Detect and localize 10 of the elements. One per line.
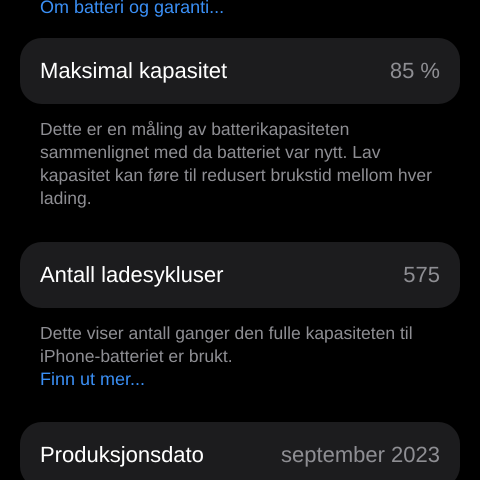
- row-description: Dette er en måling av batterikapasiteten sammenlignet med da batteriet var nytt. Lav kapasitet kan føre til redusert brukstid mellom hver lading.: [40, 118, 433, 210]
- row-value: 85 %: [390, 58, 440, 84]
- row-label: Antall ladesykluser: [40, 262, 224, 288]
- row-value: september 2023: [281, 442, 440, 468]
- row-value: 575: [403, 262, 440, 288]
- battery-warranty-link[interactable]: Om batteri og garanti...: [40, 0, 224, 18]
- row-label: Produksjonsdato: [40, 442, 204, 468]
- row-description: Dette viser antall ganger den fulle kapasiteten til iPhone-batteriet er brukt.: [40, 322, 414, 368]
- learn-more-link[interactable]: Finn ut mer...: [40, 368, 146, 390]
- row-label: Maksimal kapasitet: [40, 58, 228, 84]
